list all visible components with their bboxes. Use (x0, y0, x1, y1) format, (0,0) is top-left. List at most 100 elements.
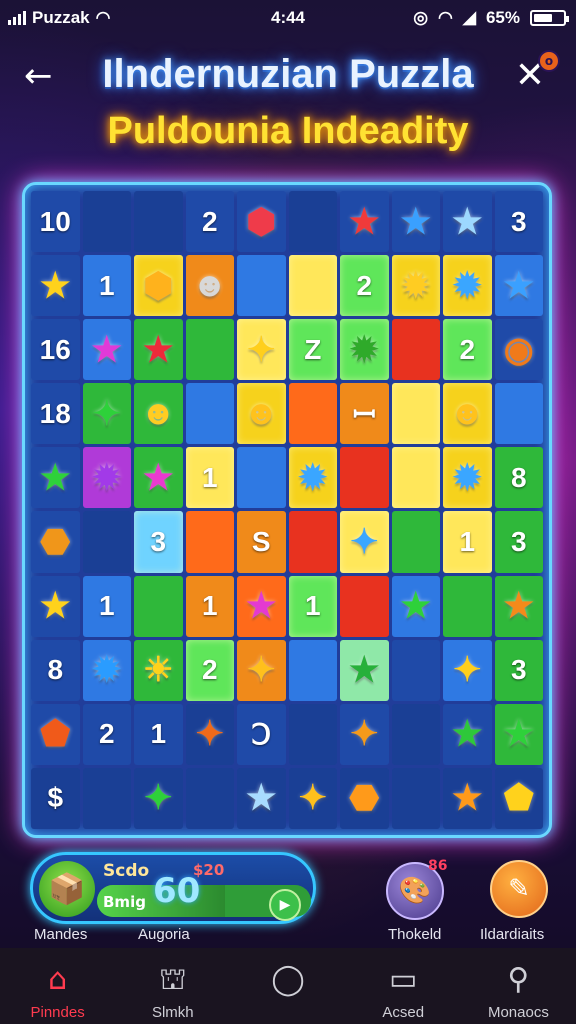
board-cell[interactable] (391, 511, 440, 573)
blue-star-icon[interactable]: ★ (392, 191, 441, 252)
yellow-sparkle-icon[interactable]: ✦ (443, 640, 492, 701)
board-cell[interactable]: 3 (494, 639, 543, 701)
board-cell[interactable]: ✦ (82, 383, 131, 445)
board-cell[interactable]: ✦ (237, 639, 286, 701)
board-cell[interactable]: ★ (494, 703, 544, 765)
board-cell[interactable]: ✹ (340, 319, 389, 381)
board-cell[interactable] (443, 575, 492, 637)
red-star-icon[interactable]: ★ (340, 191, 389, 252)
red-star-icon[interactable]: ★ (134, 319, 183, 380)
green-star-icon[interactable]: ★ (495, 704, 544, 765)
board-cell[interactable]: ✦ (340, 703, 389, 765)
board-cell[interactable]: $ (31, 767, 80, 829)
board-cell[interactable]: ★ (31, 575, 80, 637)
board-cell[interactable]: ☻ (134, 383, 183, 445)
board-cell[interactable] (82, 191, 131, 253)
board-cell[interactable]: ⬟ (494, 767, 544, 829)
yellow-chick-icon[interactable]: ☻ (134, 383, 183, 444)
board-cell[interactable]: ★ (391, 575, 441, 637)
blue-splat-icon[interactable]: ✹ (83, 640, 132, 701)
board-cell[interactable]: ★ (134, 319, 183, 381)
board-cell[interactable] (185, 767, 234, 829)
board-cell[interactable]: 10 (31, 191, 80, 253)
board-cell[interactable]: 1 (82, 255, 131, 317)
board-cell[interactable]: 3 (494, 511, 543, 573)
board-cell[interactable]: ★ (237, 575, 286, 637)
orange-cookie-icon[interactable]: ⬣ (340, 768, 389, 829)
board-cell[interactable] (391, 319, 440, 381)
yellow-blob-icon[interactable]: ⬢ (134, 255, 183, 316)
board-cell[interactable]: 8 (31, 639, 80, 701)
nav-circle[interactable]: ◯ (230, 948, 345, 1024)
blue-sparkle-icon[interactable]: ✦ (340, 511, 389, 572)
purple-splat-icon[interactable]: ✹ (83, 447, 132, 508)
board-cell[interactable]: ✦ (237, 319, 286, 381)
board-cell[interactable] (391, 383, 440, 445)
blue-star-icon[interactable]: ★ (495, 255, 544, 316)
board-cell[interactable]: 2 (82, 703, 131, 765)
board-cell[interactable] (391, 447, 440, 509)
board-cell[interactable]: ★ (237, 767, 286, 829)
board-cell[interactable] (82, 767, 131, 829)
board-cell[interactable]: 2 (185, 639, 234, 701)
board-cell[interactable]: ✦ (340, 511, 389, 573)
board-cell[interactable]: Ↄ (237, 703, 286, 765)
yellow-monster-icon[interactable]: ☻ (237, 383, 286, 444)
board-cell[interactable]: 1 (185, 575, 234, 637)
board-cell[interactable]: ☻ (185, 255, 234, 317)
board-cell[interactable]: ◉ (494, 319, 543, 381)
yellow-sparkle-icon[interactable]: ✦ (289, 768, 338, 829)
green-splat-icon[interactable]: ✹ (340, 319, 389, 380)
orange-sparkle-icon[interactable]: ✦ (186, 704, 235, 765)
board-cell[interactable]: ꟷ (340, 383, 389, 445)
green-star-icon[interactable]: ★ (340, 640, 389, 701)
green-star-icon[interactable]: ★ (31, 447, 80, 508)
board-cell[interactable]: ⬣ (340, 767, 389, 829)
board-cell[interactable]: ★ (443, 191, 492, 253)
nav-search[interactable]: ⚲ Monaocs (461, 948, 576, 1024)
orange-shape-icon[interactable]: ⬟ (31, 704, 80, 765)
board-cell[interactable] (185, 383, 234, 445)
board-cell[interactable]: ★ (443, 767, 492, 829)
board-cell[interactable] (134, 191, 183, 253)
yellow-sparkle-icon[interactable]: ✦ (237, 319, 286, 380)
board-cell[interactable]: 3 (134, 511, 183, 573)
board-cell[interactable]: ★ (494, 575, 544, 637)
board-cell[interactable]: ⬢ (134, 255, 183, 317)
magenta-star-icon[interactable]: ★ (83, 319, 132, 380)
green-star-icon[interactable]: ★ (443, 704, 492, 765)
board-cell[interactable]: ✹ (82, 639, 132, 701)
board-cell[interactable] (494, 383, 543, 445)
board-cell[interactable] (134, 575, 183, 637)
orange-cookie-icon[interactable]: ⬣ (31, 511, 80, 572)
nav-shop[interactable]: ⛫ Slmkh (115, 948, 230, 1024)
board-cell[interactable]: 16 (31, 319, 80, 381)
board-cell[interactable]: 1 (288, 575, 337, 637)
orange-star-icon[interactable]: ★ (495, 576, 544, 637)
board-cell[interactable]: ★ (31, 255, 80, 317)
board-cell[interactable] (288, 255, 337, 317)
board-cell[interactable]: ✦ (134, 767, 183, 829)
board-cell[interactable] (288, 191, 337, 253)
light-star-icon[interactable]: ★ (237, 768, 286, 829)
green-sparkle-icon[interactable]: ✦ (134, 768, 183, 829)
orange-sparkle-icon[interactable]: ✦ (340, 704, 389, 765)
board-cell[interactable] (237, 255, 286, 317)
board-cell[interactable]: ☻ (237, 383, 286, 445)
board-cell[interactable]: ✦ (288, 767, 338, 829)
board-cell[interactable] (185, 319, 234, 381)
board-cell[interactable]: ✹ (443, 447, 492, 509)
crate-icon[interactable]: 📦 (39, 861, 95, 917)
ideas-button[interactable]: ✎ (490, 860, 548, 918)
board-cell[interactable]: ☀ (134, 639, 183, 701)
green-star-icon[interactable]: ★ (392, 576, 441, 637)
yellow-monster-icon[interactable]: ☻ (443, 383, 492, 444)
nav-home[interactable]: ⌂ Pinndes (0, 948, 115, 1024)
red-blob-icon[interactable]: ⬢ (237, 191, 286, 252)
board-cell[interactable]: ✹ (443, 255, 492, 317)
board-cell[interactable] (288, 703, 337, 765)
board-cell[interactable]: S (237, 511, 286, 573)
board-cell[interactable]: ★ (31, 447, 80, 509)
board-cell[interactable] (288, 639, 337, 701)
yellow-shape-icon[interactable]: ⬟ (495, 768, 544, 829)
